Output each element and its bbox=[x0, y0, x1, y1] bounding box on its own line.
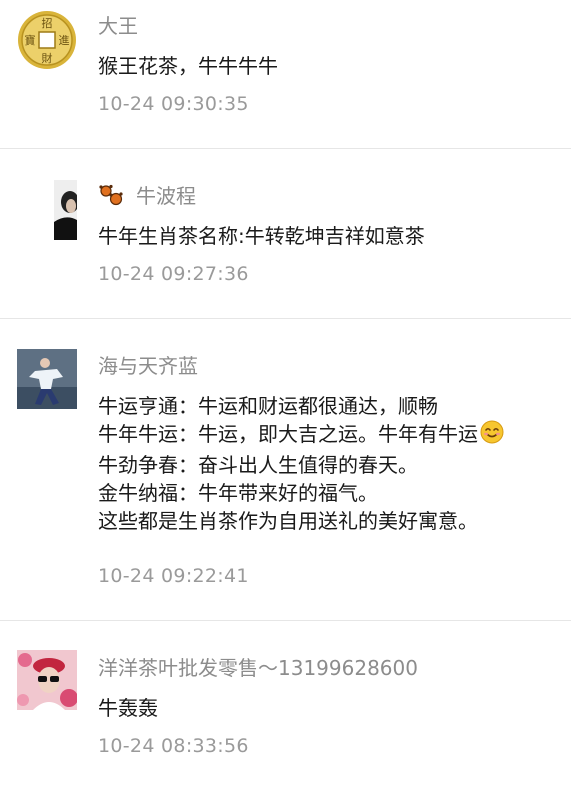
divider bbox=[0, 620, 571, 621]
comment-text: 猴王花茶，牛牛牛牛 bbox=[98, 52, 278, 80]
comment-line: 牛轰轰 bbox=[98, 696, 158, 720]
avatar[interactable] bbox=[54, 180, 77, 240]
comment-time: 10-24 09:30:35 bbox=[98, 93, 249, 115]
comment-author[interactable]: 大王 bbox=[98, 14, 138, 38]
comment-text: 牛轰轰 bbox=[98, 694, 158, 722]
avatar[interactable]: 招 進 財 寶 bbox=[17, 10, 77, 70]
paw-badge-icon bbox=[98, 184, 124, 211]
woman-avatar-image bbox=[17, 650, 77, 710]
comment-line: 牛年牛运：牛运，即大吉之运。牛年有牛运 bbox=[98, 420, 504, 451]
dancer-avatar-image bbox=[17, 349, 77, 409]
person-avatar-image bbox=[54, 180, 77, 240]
coin-avatar-image: 招 進 財 寶 bbox=[18, 11, 76, 69]
comment-author-row: 牛波程 bbox=[98, 184, 196, 211]
comment-line: 这些都是生肖茶作为自用送礼的美好寓意。 bbox=[98, 509, 478, 533]
comment-line: 金牛纳福：牛年带来好的福气。 bbox=[98, 481, 378, 505]
avatar[interactable] bbox=[17, 650, 77, 710]
comment-author[interactable]: 海与天齐蓝 bbox=[98, 354, 198, 378]
avatar[interactable] bbox=[17, 349, 77, 409]
comment-line: 牛年生肖茶名称:牛转乾坤吉祥如意茶 bbox=[98, 224, 425, 248]
comment-time: 10-24 09:27:36 bbox=[98, 263, 249, 285]
comment-line: 牛劲争春：奋斗出人生值得的春天。 bbox=[98, 453, 418, 477]
comment-line: 猴王花茶，牛牛牛牛 bbox=[98, 54, 278, 78]
divider bbox=[0, 148, 571, 149]
comment-text: 牛运亨通：牛运和财运都很通达，顺畅 牛年牛运：牛运，即大吉之运。牛年有牛运 牛劲… bbox=[98, 392, 504, 535]
smile-emoji-icon bbox=[480, 420, 504, 451]
svg-text:寶: 寶 bbox=[25, 33, 36, 47]
svg-text:招: 招 bbox=[42, 16, 53, 30]
comment-time: 10-24 09:22:41 bbox=[98, 565, 249, 587]
comment-author[interactable]: 洋洋茶叶批发零售～13199628600 bbox=[98, 656, 418, 680]
comment-line: 牛运亨通：牛运和财运都很通达，顺畅 bbox=[98, 394, 438, 418]
svg-text:進: 進 bbox=[59, 34, 70, 47]
comment-text: 牛年生肖茶名称:牛转乾坤吉祥如意茶 bbox=[98, 222, 425, 250]
comment-author[interactable]: 牛波程 bbox=[136, 184, 196, 208]
comment-time: 10-24 08:33:56 bbox=[98, 735, 249, 757]
comment-line-text: 牛年牛运：牛运，即大吉之运。牛年有牛运 bbox=[98, 422, 478, 446]
svg-text:財: 財 bbox=[42, 51, 53, 65]
divider bbox=[0, 318, 571, 319]
